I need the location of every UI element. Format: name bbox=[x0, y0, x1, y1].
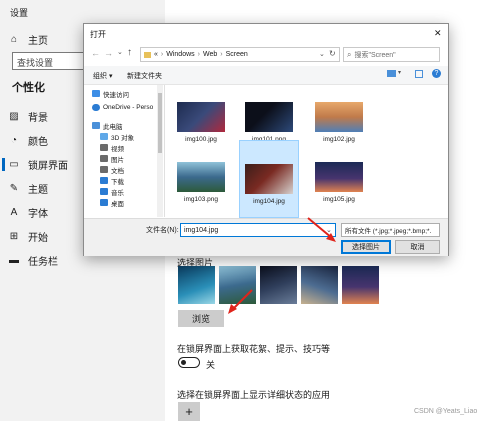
arrow-to-browse-button bbox=[228, 289, 253, 314]
annotation-arrows bbox=[228, 217, 336, 314]
arrow-to-open-button bbox=[307, 217, 336, 242]
